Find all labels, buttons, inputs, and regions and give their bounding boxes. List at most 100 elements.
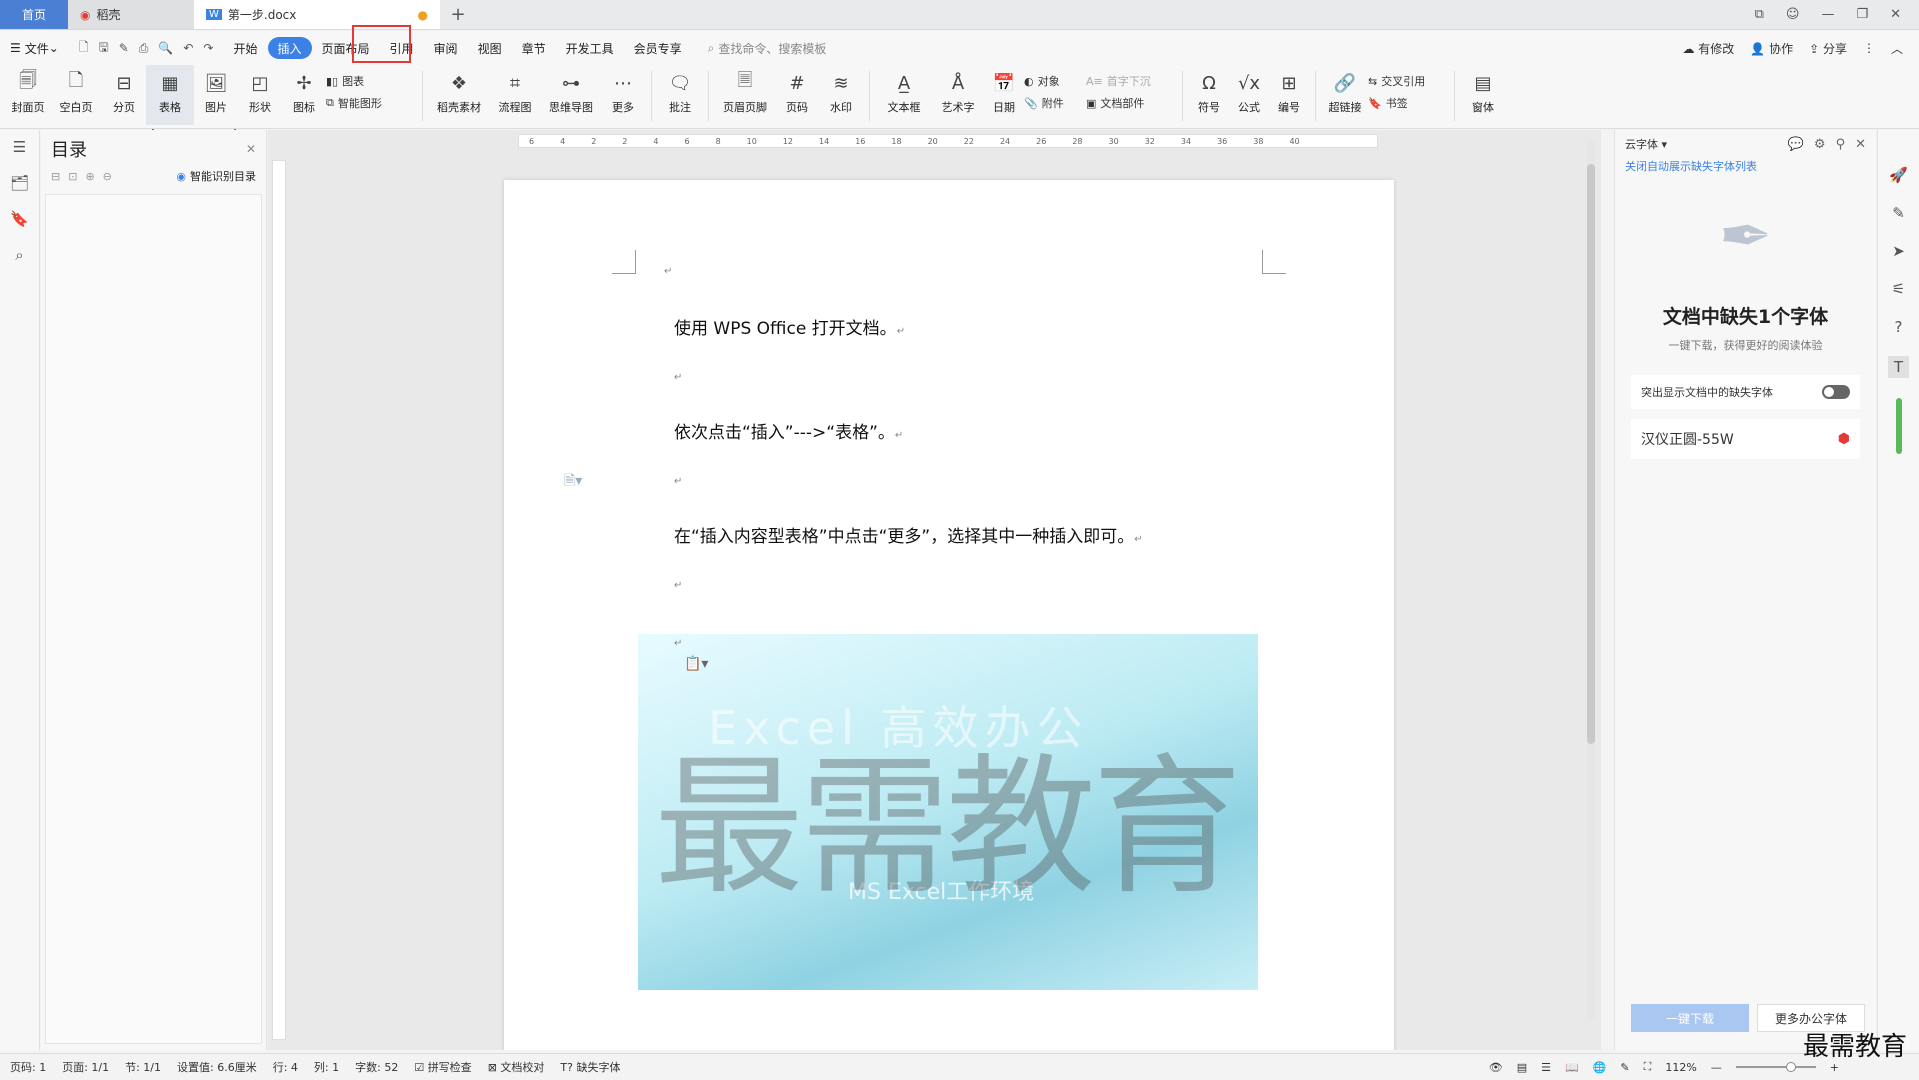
- layout-icon[interactable]: ⧉: [1755, 7, 1764, 22]
- date-button[interactable]: 📅 日期: [984, 65, 1024, 125]
- nav-pane-icon[interactable]: 🗂: [10, 174, 29, 192]
- close-auto-list-link[interactable]: 关闭自动展示缺失字体列表: [1615, 158, 1876, 174]
- eye-icon[interactable]: 👁: [1489, 1061, 1503, 1074]
- preview-icon[interactable]: 🔍: [158, 41, 173, 55]
- print-icon[interactable]: ⎙: [139, 41, 149, 56]
- share-button[interactable]: ⇪ 分享: [1809, 40, 1847, 57]
- comment-button[interactable]: 🗨 批注: [658, 65, 702, 125]
- menu-chapter[interactable]: 章节: [512, 37, 556, 59]
- attachment-button[interactable]: 📎 附件: [1024, 95, 1086, 111]
- panel-close-icon[interactable]: ✕: [1855, 137, 1866, 152]
- cloud-font-title[interactable]: 云字体 ▾: [1625, 136, 1667, 152]
- new-tab-button[interactable]: +: [440, 0, 476, 29]
- chart-button[interactable]: ▮▯ 图表: [326, 73, 416, 89]
- docer-material-button[interactable]: ❖ 稻壳素材: [429, 65, 489, 125]
- smart-toc-button[interactable]: ◉ 智能识别目录: [176, 168, 256, 184]
- add-level-icon[interactable]: ⊕: [85, 170, 94, 183]
- minimize-icon[interactable]: —: [1821, 7, 1834, 22]
- flowchart-button[interactable]: ⌗ 流程图: [489, 65, 541, 125]
- help-icon[interactable]: ?: [1895, 318, 1903, 336]
- menu-insert[interactable]: 插入: [267, 37, 312, 59]
- menu-review[interactable]: 审阅: [424, 37, 468, 59]
- page-number-button[interactable]: # 页码: [775, 65, 819, 125]
- spell-check-button[interactable]: ☑ 拼写检查: [414, 1059, 471, 1075]
- pen-view-icon[interactable]: ✎: [1620, 1061, 1629, 1074]
- cover-page-button[interactable]: 🗐 封面页: [6, 65, 50, 125]
- save-icon[interactable]: 🖫: [99, 38, 109, 59]
- paste-options-icon[interactable]: 📋▾: [684, 656, 708, 672]
- command-search[interactable]: ⌕ 查找命令、搜索模板: [708, 40, 827, 57]
- more-button[interactable]: ⋯ 更多: [601, 65, 645, 125]
- form-button[interactable]: ▤ 窗体: [1461, 65, 1505, 125]
- page-break-button[interactable]: ⊟ 分页: [102, 65, 146, 125]
- blank-page-button[interactable]: 🗋 空白页: [50, 65, 102, 125]
- redo-icon[interactable]: ↷: [203, 41, 213, 55]
- watermark-button[interactable]: ≋ 水印: [819, 65, 863, 125]
- bookmark-button[interactable]: 🔖 书签: [1368, 95, 1448, 111]
- status-words[interactable]: 字数: 52: [355, 1059, 398, 1075]
- shape-button[interactable]: ◰ 形状: [238, 65, 282, 125]
- outline-view-icon[interactable]: ☰: [1541, 1061, 1551, 1074]
- mindmap-button[interactable]: ⊶ 思维导图: [541, 65, 601, 125]
- toc-icon[interactable]: ☰: [13, 138, 26, 156]
- close-icon[interactable]: ✕: [1890, 7, 1901, 22]
- textbox-button[interactable]: A̲ 文本框: [876, 65, 932, 125]
- zoom-slider[interactable]: [1735, 1062, 1816, 1072]
- zoom-level[interactable]: 112%: [1665, 1061, 1696, 1074]
- collapse-icon[interactable]: ⊡: [68, 170, 77, 183]
- smart-art-button[interactable]: ⧉ 智能图形: [326, 95, 416, 111]
- menu-view[interactable]: 视图: [468, 37, 512, 59]
- menu-member[interactable]: 会员专享: [624, 37, 692, 59]
- web-view-icon[interactable]: 🌐: [1593, 1061, 1607, 1074]
- page-view-icon[interactable]: ▤: [1517, 1061, 1527, 1074]
- edit-icon[interactable]: ✎: [1892, 204, 1905, 222]
- cross-ref-button[interactable]: ⇆ 交叉引用: [1368, 73, 1448, 89]
- adjust-icon[interactable]: ⚟: [1892, 280, 1905, 298]
- document-page[interactable]: ↵ 使用 WPS Office 打开文档。↵ ↵ 依次点击“插入”--->“表格…: [504, 180, 1394, 1050]
- zoom-out-icon[interactable]: —: [1711, 1061, 1722, 1074]
- toc-close-icon[interactable]: ✕: [246, 142, 256, 156]
- tab-home[interactable]: 首页: [0, 0, 68, 29]
- missing-font-item[interactable]: 汉仪正圆-55W ⬢: [1631, 419, 1860, 459]
- fit-icon[interactable]: ⛶: [1644, 1060, 1652, 1074]
- pointer-icon[interactable]: ➤: [1892, 242, 1905, 260]
- font-panel-icon[interactable]: T: [1887, 356, 1910, 378]
- collapse-ribbon-icon[interactable]: ︿: [1891, 40, 1903, 57]
- table-button[interactable]: ▦ 表格: [146, 65, 194, 125]
- picture-button[interactable]: 🖼 图片: [194, 65, 238, 125]
- expand-icon[interactable]: ⊟: [51, 170, 60, 183]
- more-icon[interactable]: ⋮: [1863, 41, 1875, 55]
- wordart-button[interactable]: Å 艺术字: [932, 65, 984, 125]
- hyperlink-button[interactable]: 🔗 超链接: [1322, 65, 1368, 125]
- scrollbar-thumb[interactable]: [1587, 164, 1595, 744]
- rocket-icon[interactable]: 🚀: [1889, 166, 1908, 184]
- formula-button[interactable]: √x 公式: [1229, 65, 1269, 125]
- download-font-icon[interactable]: ⬢: [1838, 431, 1850, 447]
- find-icon[interactable]: ⌕: [15, 246, 23, 264]
- pin-icon[interactable]: ⚲: [1836, 137, 1846, 152]
- format-painter-icon[interactable]: ✎: [119, 41, 129, 55]
- object-button[interactable]: ◐ 对象: [1024, 73, 1086, 89]
- dropcap-button[interactable]: A≡ 首字下沉: [1086, 73, 1176, 89]
- vertical-scrollbar[interactable]: [1587, 140, 1595, 1020]
- tab-daoke[interactable]: ◉ 稻壳: [68, 0, 194, 29]
- numbering-button[interactable]: ⊞ 编号: [1269, 65, 1309, 125]
- paragraph-handle-icon[interactable]: 🗎▾: [564, 470, 582, 494]
- highlight-missing-toggle[interactable]: [1822, 385, 1850, 399]
- feedback-icon[interactable]: 💬: [1788, 137, 1804, 152]
- document-image[interactable]: ↵ 📋▾ Excel 高效办公 MS Excel工作环境 最需教育: [638, 634, 1258, 990]
- menu-start[interactable]: 开始: [223, 37, 267, 59]
- header-footer-button[interactable]: 🗏 页眉页脚: [715, 65, 775, 125]
- file-menu[interactable]: ☰ 文件 ⌄: [0, 37, 69, 59]
- missing-font-button[interactable]: T? 缺失字体: [560, 1059, 620, 1075]
- proofread-button[interactable]: ⊠ 文档校对: [488, 1059, 545, 1075]
- new-icon[interactable]: 🗋: [79, 38, 89, 59]
- download-all-button[interactable]: 一键下载: [1631, 1004, 1749, 1032]
- collab-button[interactable]: 👤 协作: [1750, 40, 1793, 57]
- doc-part-button[interactable]: ▣ 文档部件: [1086, 95, 1176, 111]
- read-view-icon[interactable]: 📖: [1565, 1061, 1579, 1074]
- menu-developer[interactable]: 开发工具: [556, 37, 624, 59]
- undo-icon[interactable]: ↶: [183, 41, 193, 55]
- icon-button[interactable]: ✢ 图标: [282, 65, 326, 125]
- modified-button[interactable]: ☁ 有修改: [1682, 40, 1734, 57]
